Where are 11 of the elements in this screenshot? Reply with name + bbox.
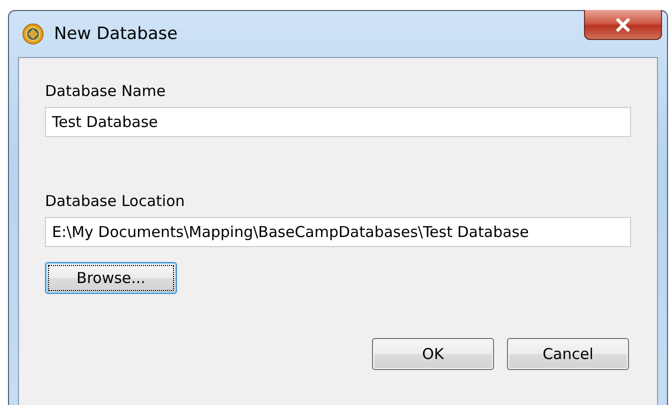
close-button[interactable] [584,10,662,40]
window-title: New Database [54,24,178,44]
text-field[interactable]: E:\My Documents\Mapping\BaseCampDatabases\Test Database [45,217,631,247]
app-icon [22,23,44,45]
close-icon [615,18,631,32]
field-label: Database Name [45,82,167,100]
field-label: Database Location [45,192,186,210]
dialog-button[interactable]: OK [372,338,494,370]
dialog-button[interactable]: Cancel [507,338,629,370]
text-field[interactable]: Test Database [45,107,631,137]
browse-button[interactable]: Browse... [45,262,177,294]
